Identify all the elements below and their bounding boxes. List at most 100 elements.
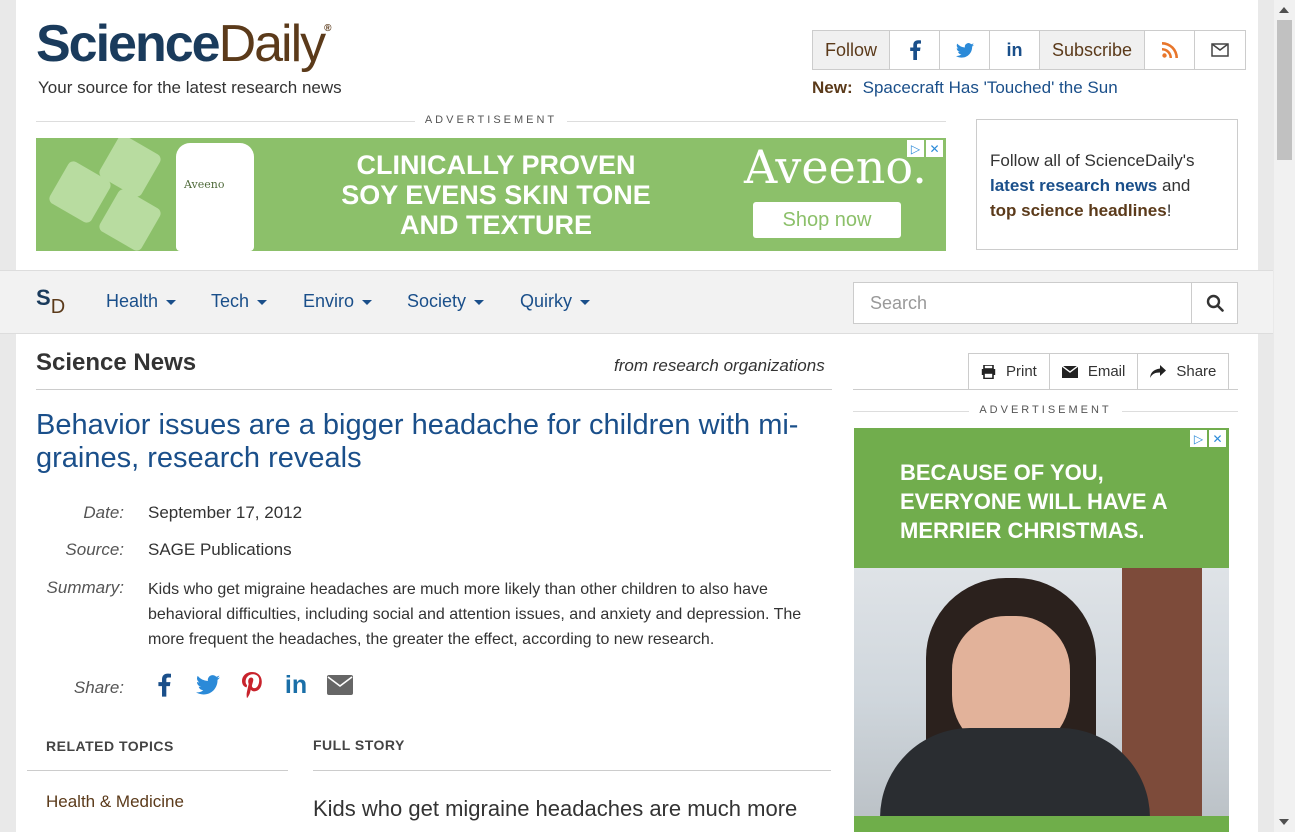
chevron-down-icon	[257, 299, 268, 305]
nav-item-label: Health	[106, 291, 159, 311]
related-topic-health-medicine[interactable]: Health & Medicine	[46, 792, 184, 812]
ad-brand: Aveeno.	[744, 140, 927, 194]
nav-item-label: Quirky	[520, 291, 573, 311]
linkedin-icon[interactable]: in	[990, 31, 1041, 69]
share-label: Share	[1176, 363, 1217, 380]
ad-label-top: ADVERTISEMENT	[36, 114, 946, 126]
linkedin-share-icon[interactable]: in	[282, 670, 310, 700]
print-label: Print	[1006, 363, 1037, 380]
date-value: September 17, 2012	[148, 503, 303, 522]
nav-item-label: Enviro	[303, 291, 355, 311]
twitter-icon[interactable]	[940, 31, 991, 69]
ad-headline-line-2: SOY EVENS SKIN TONE	[341, 180, 651, 210]
top-science-headlines-link[interactable]: top science headlines	[990, 201, 1167, 220]
subscribe-button[interactable]: Subscribe	[1040, 31, 1146, 69]
follow-button[interactable]: Follow	[813, 31, 891, 69]
ad-product-bottle	[176, 143, 254, 251]
summary-label: Summary:	[46, 578, 124, 597]
adchoices-icon[interactable]: ▷	[1190, 430, 1207, 447]
facebook-share-icon[interactable]	[150, 670, 178, 700]
email-button[interactable]: Email	[1050, 354, 1139, 389]
ad-label-text: ADVERTISEMENT	[414, 114, 568, 126]
main-navbar: SD Health Tech Enviro Society Quirky	[0, 270, 1273, 334]
divider	[36, 389, 832, 390]
ad-shop-now-button[interactable]: Shop now	[753, 202, 901, 238]
ad-side-christmas[interactable]: BECAUSE OF YOU, EVERYONE WILL HAVE A MER…	[854, 428, 1229, 832]
facebook-icon[interactable]	[890, 31, 941, 69]
nav-logo-d: D	[50, 296, 66, 318]
email-icon[interactable]	[1195, 31, 1246, 69]
full-story-text: Kids who get migraine headaches are much…	[313, 796, 798, 821]
ad-banner-aveeno[interactable]: Aveeno CLINICALLY PROVEN SOY EVENS SKIN …	[36, 138, 946, 251]
nav-item-label: Society	[407, 291, 467, 311]
print-icon	[981, 364, 996, 379]
logo-daily: Daily	[218, 15, 327, 73]
chevron-down-icon	[474, 299, 485, 305]
scroll-up-icon[interactable]	[1279, 7, 1289, 13]
nav-logo-s: S	[36, 285, 51, 310]
twitter-share-icon[interactable]	[194, 670, 222, 700]
email-share-icon[interactable]	[326, 670, 354, 700]
rss-icon[interactable]	[1145, 31, 1196, 69]
scrollbar-thumb[interactable]	[1277, 20, 1292, 160]
envelope-icon	[1061, 365, 1078, 378]
ad-side-message: BECAUSE OF YOU, EVERYONE WILL HAVE A MER…	[900, 460, 1167, 543]
pinterest-share-icon[interactable]	[238, 670, 266, 700]
ad-label-text: ADVERTISEMENT	[969, 404, 1122, 416]
section-title: Science News	[36, 349, 197, 376]
source-label: Source:	[65, 540, 124, 559]
follow-box-text-2: and	[1162, 176, 1191, 195]
share-label: Share:	[73, 678, 124, 697]
search-icon	[1206, 294, 1224, 312]
summary-text: Kids who get migraine headaches are much…	[148, 581, 802, 648]
new-label: New:	[812, 78, 853, 97]
nav-item-health[interactable]: Health	[106, 291, 177, 312]
new-headline: New: Spacecraft Has 'Touched' the Sun	[812, 78, 1118, 98]
full-story-title: FULL STORY	[313, 737, 405, 753]
adchoices-top[interactable]: ▷ ✕	[907, 140, 943, 157]
date-label: Date:	[83, 503, 124, 522]
share-icons: in	[150, 670, 354, 700]
source-value: SAGE Publications	[148, 540, 292, 559]
search-button[interactable]	[1191, 282, 1238, 324]
logo-registered: ®	[324, 23, 332, 34]
nav-item-quirky[interactable]: Quirky	[520, 291, 591, 312]
ad-label-side: ADVERTISEMENT	[853, 404, 1238, 416]
nav-item-society[interactable]: Society	[407, 291, 485, 312]
ad-close-icon[interactable]: ✕	[1209, 430, 1226, 447]
print-button[interactable]: Print	[969, 354, 1050, 389]
ad-headline-line-1: CLINICALLY PROVEN	[356, 150, 636, 180]
follow-box-text-1: Follow all of ScienceDaily's	[990, 151, 1195, 170]
social-toolbar: Follow in Subscribe	[812, 30, 1247, 70]
article-tools: Print Email Share	[968, 353, 1230, 390]
email-label: Email	[1087, 363, 1126, 380]
latest-research-news-link[interactable]: latest research news	[990, 176, 1157, 195]
nav-item-enviro[interactable]: Enviro	[303, 291, 373, 312]
share-arrow-icon	[1150, 365, 1167, 378]
new-headline-link[interactable]: Spacecraft Has 'Touched' the Sun	[863, 78, 1118, 97]
share-button[interactable]: Share	[1138, 354, 1228, 389]
follow-box: Follow all of ScienceDaily's latest rese…	[976, 119, 1238, 250]
follow-box-text-3: !	[1166, 201, 1172, 220]
ad-bottle-brand: Aveeno	[184, 178, 225, 191]
chevron-down-icon	[362, 299, 373, 305]
adchoices-icon[interactable]: ▷	[907, 140, 924, 157]
ad-side-bottom-bar	[854, 816, 1229, 832]
nav-logo[interactable]: SD	[36, 285, 65, 318]
ad-hex-3	[97, 187, 163, 251]
scroll-down-icon[interactable]	[1279, 819, 1289, 825]
chevron-down-icon	[580, 299, 591, 305]
logo-science: Science	[36, 15, 221, 73]
chevron-down-icon	[166, 299, 177, 305]
nav-item-label: Tech	[211, 291, 250, 311]
divider	[313, 770, 831, 771]
search-input[interactable]	[853, 282, 1192, 324]
scrollbar[interactable]	[1274, 0, 1295, 832]
article-headline: Behavior issues are a bigger headache fo…	[36, 409, 799, 474]
divider	[27, 770, 288, 771]
ad-headline: CLINICALLY PROVEN SOY EVENS SKIN TONE AN…	[336, 150, 656, 240]
ad-close-icon[interactable]: ✕	[926, 140, 943, 157]
adchoices-side[interactable]: ▷ ✕	[1190, 430, 1226, 447]
tagline: Your source for the latest research news	[38, 78, 342, 97]
nav-item-tech[interactable]: Tech	[211, 291, 268, 312]
